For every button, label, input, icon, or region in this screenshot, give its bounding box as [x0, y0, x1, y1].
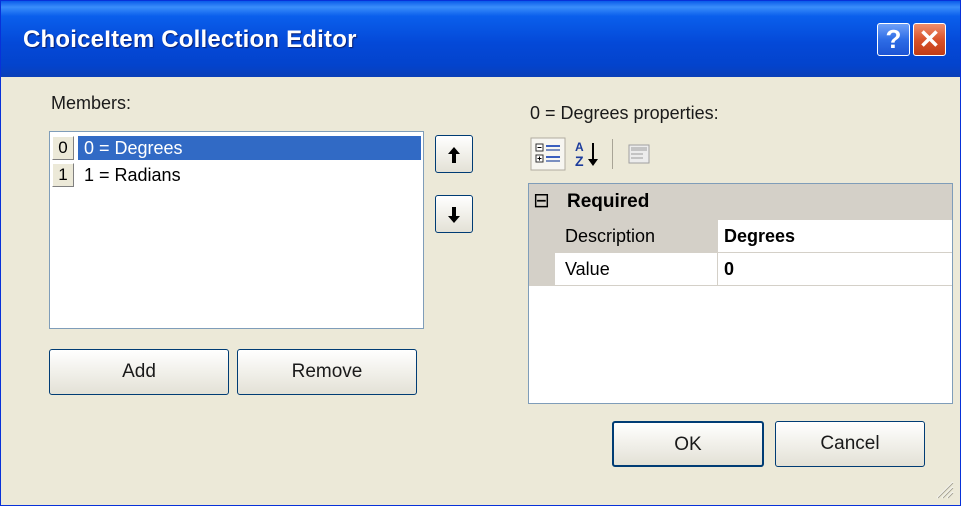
list-item-label: 1 = Radians: [84, 165, 181, 185]
resize-grip[interactable]: [934, 479, 954, 499]
ok-button[interactable]: OK: [612, 421, 764, 467]
property-row-value[interactable]: Value 0: [529, 253, 952, 286]
move-up-button[interactable]: [435, 135, 473, 173]
members-label: Members:: [51, 93, 132, 113]
list-item-radians[interactable]: 1 1 = Radians: [52, 161, 421, 188]
help-button[interactable]: ?: [877, 23, 910, 56]
property-pages-icon: [620, 144, 656, 175]
property-row-description[interactable]: Description Degrees: [529, 220, 952, 253]
move-down-button[interactable]: [435, 195, 473, 233]
categorized-icon: [530, 137, 566, 175]
close-button[interactable]: ✕: [913, 23, 946, 56]
property-value[interactable]: 0: [718, 253, 952, 286]
toolbar-separator: [612, 139, 613, 169]
category-required[interactable]: ⊟ Required: [529, 184, 952, 220]
list-item-index: 0: [52, 136, 74, 160]
property-grid[interactable]: ⊟ Required Description Degrees Value 0: [528, 183, 953, 404]
arrow-down-icon: [447, 203, 461, 225]
list-item-degrees[interactable]: 0 0 = Degrees: [52, 134, 421, 161]
arrow-up-icon: [447, 143, 461, 165]
dialog-body: Members: 0 0 = Degrees 1 1 = Radians Add…: [6, 77, 957, 502]
cancel-button[interactable]: Cancel: [775, 421, 925, 467]
help-icon: ?: [885, 24, 902, 54]
title-bar[interactable]: ChoiceItem Collection Editor ? ✕: [1, 1, 960, 77]
properties-label: 0 = Degrees properties:: [530, 103, 719, 123]
remove-button[interactable]: Remove: [237, 349, 417, 395]
window-title: ChoiceItem Collection Editor: [23, 26, 357, 53]
members-listbox[interactable]: 0 0 = Degrees 1 1 = Radians: [49, 131, 424, 329]
property-pages-button[interactable]: [620, 137, 656, 171]
close-icon: ✕: [918, 24, 941, 54]
alphabetical-icon: A Z: [570, 140, 606, 175]
property-name: Description: [555, 220, 718, 253]
category-label: Required: [567, 191, 650, 212]
row-gutter: [529, 253, 555, 286]
alphabetical-view-button[interactable]: A Z: [570, 137, 606, 171]
svg-text:Z: Z: [575, 153, 584, 169]
add-button[interactable]: Add: [49, 349, 229, 395]
property-name: Value: [555, 253, 718, 286]
svg-text:A: A: [575, 140, 584, 154]
list-item-index: 1: [52, 163, 74, 187]
collapse-icon[interactable]: ⊟: [533, 188, 550, 214]
property-value[interactable]: Degrees: [718, 220, 952, 253]
collection-editor-dialog: ChoiceItem Collection Editor ? ✕ Members…: [0, 0, 961, 506]
list-item-label: 0 = Degrees: [78, 136, 421, 160]
categorized-view-button[interactable]: [530, 137, 566, 171]
resize-grip-icon: [936, 481, 954, 499]
row-gutter: [529, 220, 555, 253]
